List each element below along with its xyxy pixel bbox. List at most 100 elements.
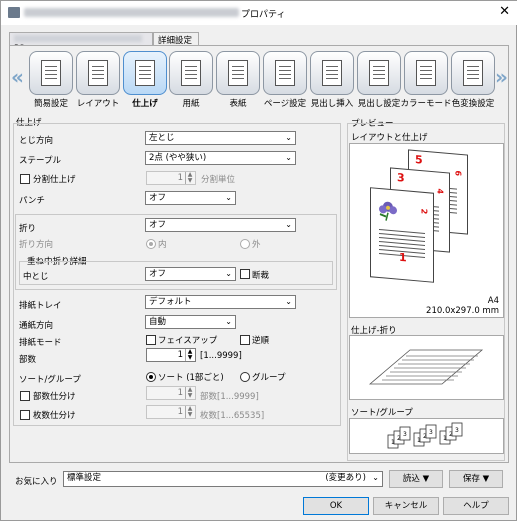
split-checkbox[interactable] xyxy=(20,174,30,184)
sheet-split-label: 枚数仕分け xyxy=(33,411,76,421)
toolbar-button-10[interactable] xyxy=(451,51,495,95)
window-title: プロパティ xyxy=(241,10,286,20)
set-split-label: 部数仕分け xyxy=(33,392,76,402)
ok-button[interactable]: OK xyxy=(303,497,369,515)
face-up-checkbox[interactable] xyxy=(146,335,156,345)
fold-select[interactable]: オフ ⌄ xyxy=(145,218,296,232)
copies-label: 部数 xyxy=(19,355,37,365)
group-radio[interactable] xyxy=(240,372,250,382)
chevron-down-icon: ⌄ xyxy=(372,473,379,482)
close-icon[interactable]: ✕ xyxy=(499,5,510,18)
fold-in-radio xyxy=(146,239,156,249)
help-button[interactable]: ヘルプ xyxy=(443,497,509,515)
tab-insert-icon xyxy=(322,60,342,86)
center-fold-select[interactable]: オフ ⌄ xyxy=(145,267,236,281)
favorite-value: 標準設定 xyxy=(67,473,102,483)
binding-label: とじ方向 xyxy=(19,136,54,146)
spinner-arrows-icon[interactable]: ▲ ▼ xyxy=(185,349,194,361)
sort-radio[interactable] xyxy=(146,372,156,382)
toolbar-button-7[interactable] xyxy=(310,51,354,95)
fold-value: オフ xyxy=(149,220,167,230)
sort-label: ソート/グループ xyxy=(19,375,81,385)
layout-preview-title: レイアウトと仕上げ xyxy=(351,133,428,143)
sheet-split-value: 1 xyxy=(177,407,183,417)
cover-icon xyxy=(228,60,248,86)
chevron-down-icon: ⌄ xyxy=(285,220,292,229)
svg-text:3: 3 xyxy=(403,431,407,438)
sheet-split-hint: 枚数[1...65535] xyxy=(200,411,265,421)
paper-size-label: A4 xyxy=(487,296,499,306)
staple-select[interactable]: 2点 (やや狭い) ⌄ xyxy=(145,151,296,165)
feed-direction-select[interactable]: 自動 ⌄ xyxy=(145,315,236,329)
toolbar-button-2[interactable] xyxy=(76,51,120,95)
text-lines xyxy=(379,228,425,235)
save-button[interactable]: 保存 ▼ xyxy=(449,470,503,488)
cancel-button[interactable]: キャンセル xyxy=(373,497,439,515)
favorite-label: お気に入り xyxy=(15,477,58,487)
group-option-label: グループ xyxy=(252,373,286,383)
tab-advanced[interactable]: 詳細設定 xyxy=(153,32,199,46)
toolbar-button-6[interactable] xyxy=(263,51,307,95)
set-split-hint: 部数[1...9999] xyxy=(200,392,259,402)
punch-value: オフ xyxy=(149,193,167,203)
fold-in-label: 内 xyxy=(158,240,167,250)
trim-checkbox[interactable] xyxy=(240,269,250,279)
page-number: 3 xyxy=(397,170,405,185)
feed-direction-label: 通紙方向 xyxy=(19,321,54,331)
split-unit-label: 分割単位 xyxy=(201,175,236,185)
load-button[interactable]: 読込 ▼ xyxy=(389,470,443,488)
chevron-down-icon: ⌄ xyxy=(285,297,292,306)
spinner-arrows-icon: ▲ ▼ xyxy=(185,387,194,399)
staple-label: ステープル xyxy=(19,156,61,166)
reverse-label: 逆順 xyxy=(252,336,270,346)
fold-direction-label: 折り方向 xyxy=(19,240,54,250)
color-mode-icon xyxy=(416,60,436,86)
finishing-icon xyxy=(135,60,155,86)
tray-value: デフォルト xyxy=(149,297,192,307)
punch-label: パンチ xyxy=(19,196,45,206)
punch-select[interactable]: オフ ⌄ xyxy=(145,191,236,205)
set-split-value: 1 xyxy=(177,388,183,398)
fold-out-label: 外 xyxy=(252,240,261,250)
feed-direction-value: 自動 xyxy=(149,317,167,327)
split-spinner: 1 ▲ ▼ xyxy=(146,171,196,185)
set-split-checkbox[interactable] xyxy=(20,391,30,401)
favorite-select[interactable]: 標準設定 (変更あり) ⌄ xyxy=(63,471,383,487)
toolbar-button-4[interactable] xyxy=(169,51,213,95)
quick-setup-icon xyxy=(41,60,61,86)
copies-value: 1 xyxy=(177,350,183,360)
spinner-arrows-icon: ▲ ▼ xyxy=(185,406,194,418)
sort-preview-title: ソート/グループ xyxy=(351,408,413,418)
binding-select[interactable]: 左とじ ⌄ xyxy=(145,131,296,145)
page-number: 1 xyxy=(399,250,407,265)
output-mode-label: 排紙モード xyxy=(19,338,62,348)
fold-preview xyxy=(349,335,504,400)
toolbar-button-9[interactable] xyxy=(404,51,448,95)
toolbar-button-1[interactable] xyxy=(29,51,73,95)
reverse-checkbox[interactable] xyxy=(240,335,250,345)
dropdown-arrow-icon: ▼ xyxy=(422,474,430,484)
dropdown-arrow-icon: ▼ xyxy=(482,474,490,484)
paper-dims-label: 210.0x297.0 mm xyxy=(426,306,499,316)
chevron-down-icon: ⌄ xyxy=(285,133,292,142)
layout-preview: 5 6 3 4 1 2 A4 210.0x297.0 mm xyxy=(349,143,504,318)
tab-setting-icon xyxy=(369,60,389,86)
scroll-right-icon[interactable]: » xyxy=(495,65,508,89)
chevron-down-icon: ⌄ xyxy=(285,153,292,162)
tab-ps[interactable]: PS xyxy=(9,32,153,54)
set-split-spinner: 1 ▲ ▼ xyxy=(146,386,196,400)
fold-out-radio xyxy=(240,239,250,249)
color-conversion-icon xyxy=(463,60,483,86)
toolbar-button-5[interactable] xyxy=(216,51,260,95)
tray-select[interactable]: デフォルト ⌄ xyxy=(145,295,296,309)
copies-spinner[interactable]: 1 ▲ ▼ xyxy=(146,348,196,362)
face-up-label: フェイスアップ xyxy=(158,336,218,346)
chevron-down-icon: ⌄ xyxy=(225,269,232,278)
toolbar-button-8[interactable] xyxy=(357,51,401,95)
toolbar-button-3[interactable] xyxy=(123,51,167,95)
page-setup-icon xyxy=(275,60,295,86)
feature-icon-bar: « » 簡易設定 レイアウト 仕上げ 用紙 表紙 ページ設定 見出し挿入 見出し設定 カラーモー… xyxy=(11,47,508,111)
sheet-split-checkbox[interactable] xyxy=(20,410,30,420)
scroll-left-icon[interactable]: « xyxy=(11,65,24,89)
chevron-down-icon: ⌄ xyxy=(225,317,232,326)
